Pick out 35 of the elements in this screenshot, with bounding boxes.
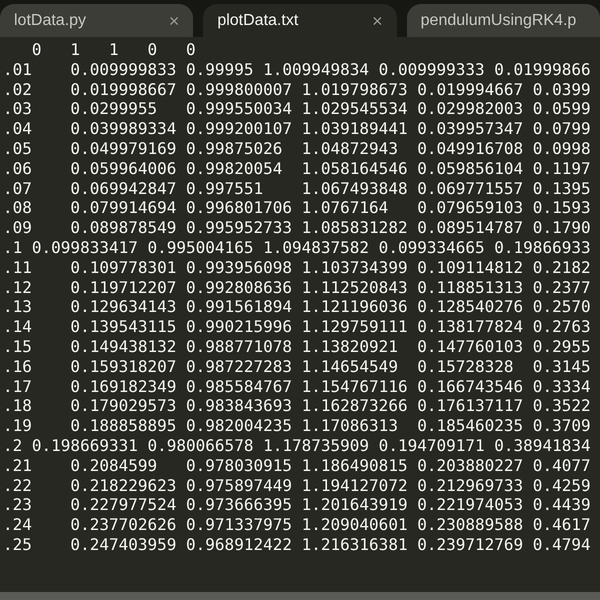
- code-line: .16 0.159318207 0.987227283 1.14654549 0.15728328 0.3145: [3, 356, 591, 377]
- file-tab[interactable]: pendulumUsingRK4.p: [406, 4, 600, 37]
- code-line: .01 0.009999833 0.99995 1.009949834 0.009999333 0.01999866: [3, 60, 591, 80]
- file-tab[interactable]: plotData.txt ×: [203, 4, 397, 37]
- code-line: .11 0.109778301 0.993956098 1.103734399 0.109114812 0.2182: [3, 258, 591, 278]
- code-line: 0 1 1 0 0: [30, 40, 196, 60]
- code-line: .02 0.019998667 0.999800007 1.019798673 0.019994667 0.0399: [3, 80, 591, 100]
- code-line: .06 0.059964006 0.99820054 1.058164546 0.059856104 0.1197: [3, 158, 591, 179]
- code-line: .04 0.039989334 0.999200107 1.039189441 0.039957347 0.0799: [3, 119, 591, 139]
- code-line: .25 0.247403959 0.968912422 1.216316381 0.239712769 0.4794: [3, 534, 591, 555]
- tab-label: plotData.txt: [217, 10, 298, 30]
- code-line: .09 0.089878549 0.995952733 1.085831282 0.089514787 0.1790: [3, 218, 591, 238]
- code-line: .13 0.129634143 0.991561894 1.121196036 0.128540276 0.2570: [3, 297, 591, 318]
- code-line: .15 0.149438132 0.988771078 1.13820921 0.147760103 0.2955: [3, 336, 591, 357]
- file-tab[interactable]: lotData.py ×: [0, 4, 194, 37]
- code-line: .23 0.227977524 0.973666395 1.201643919 0.221974053 0.4439: [3, 495, 591, 516]
- code-line: .22 0.218229623 0.975897449 1.194127072 0.212969733 0.4259: [3, 476, 591, 496]
- code-line: .03 0.0299955 0.999550034 1.029545534 0.029982003 0.0599: [3, 99, 591, 120]
- code-line: .18 0.179029573 0.983843693 1.162873266 0.176137117 0.3522: [3, 396, 591, 416]
- code-line: .05 0.049979169 0.99875026 1.04872943 0.049916708 0.0998: [3, 138, 591, 159]
- horizontal-scrollbar[interactable]: [0, 592, 600, 600]
- code-line: .1 0.099833417 0.995004165 1.094837582 0.099334665 0.19866933: [3, 238, 591, 258]
- code-line: .19 0.188858895 0.982004235 1.17086313 0.185460235 0.3709: [3, 416, 591, 436]
- code-line: .12 0.119712207 0.992808636 1.112520843 0.118851313 0.2377: [3, 278, 591, 298]
- tab-label: lotData.py: [14, 10, 86, 30]
- code-line: .2 0.198669331 0.980066578 1.178735909 0.194709171 0.38941834: [3, 436, 591, 456]
- code-line: .17 0.169182349 0.985584767 1.154767116 0.166743546 0.3334: [3, 376, 591, 396]
- close-icon[interactable]: ×: [168, 12, 180, 30]
- code-line: .08 0.079914694 0.996801706 1.0767164 0.079659103 0.1593: [3, 198, 591, 218]
- close-icon[interactable]: ×: [372, 12, 383, 30]
- code-line: .07 0.069942847 0.997551 1.067493848 0.069771557 0.1395: [3, 178, 591, 198]
- code-line: .24 0.237702626 0.971337975 1.209040601 0.230889588 0.4617: [3, 515, 591, 535]
- code-line: .21 0.2084599 0.978030915 1.186490815 0.203880227 0.4077: [3, 456, 591, 476]
- tab-label: pendulumUsingRK4.p: [420, 10, 576, 30]
- code-line: .14 0.139543115 0.990215996 1.129759111 0.138177824 0.2763: [3, 317, 591, 337]
